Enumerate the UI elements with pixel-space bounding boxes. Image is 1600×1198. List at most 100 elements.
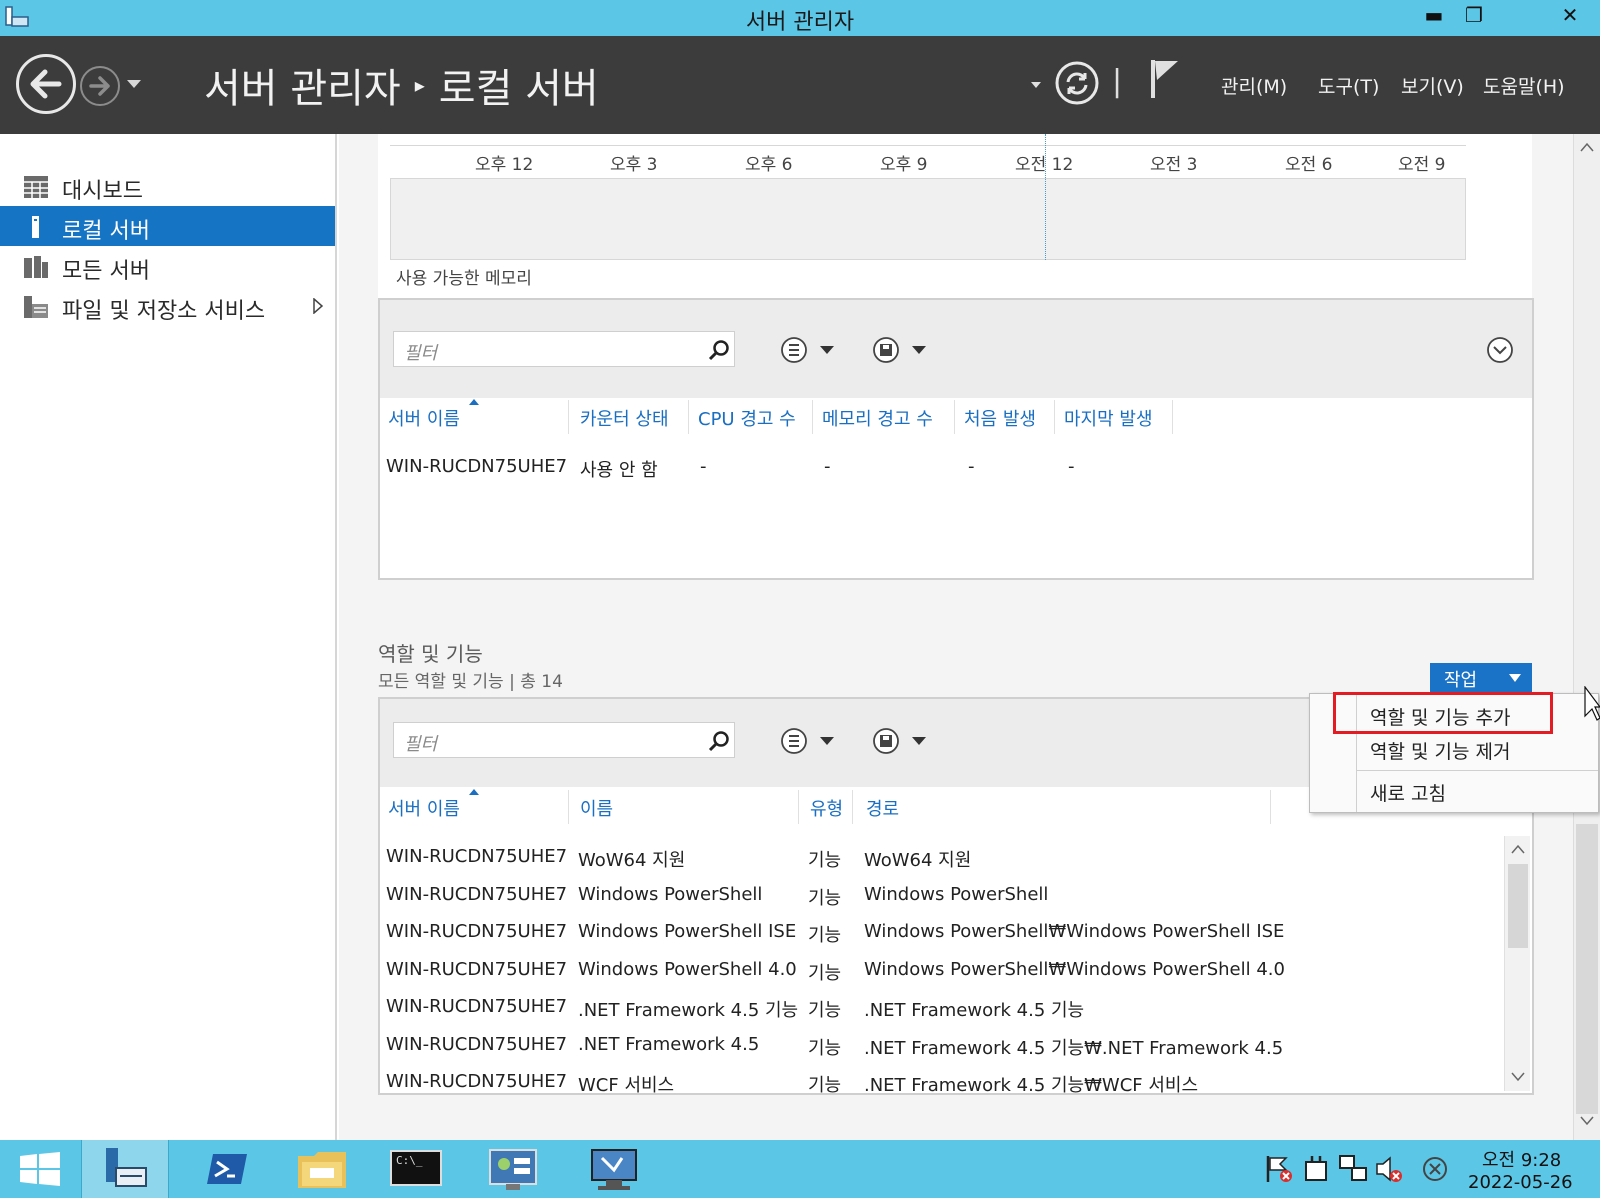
- list-options-icon[interactable]: [780, 336, 840, 364]
- breadcrumb-separator: ▸: [414, 73, 425, 97]
- table-row-path: .NET Framework 4.5 기능₩.NET Framework 4.5: [864, 1038, 1284, 1059]
- table-row-type: 기능: [808, 850, 842, 871]
- scroll-up-icon[interactable]: [1511, 844, 1525, 854]
- performance-filter-input[interactable]: 필터: [393, 331, 735, 367]
- breadcrumb-dropdown-icon[interactable]: [1030, 80, 1042, 90]
- menu-item-remove-roles[interactable]: 역할 및 기능 제거: [1370, 737, 1510, 764]
- roles-col-path[interactable]: 경로: [866, 795, 899, 821]
- column-separator: [1054, 400, 1055, 434]
- table-row-type: 기능: [808, 1038, 842, 1059]
- tasks-label: 작업: [1444, 670, 1478, 691]
- clock-date[interactable]: 2022-05-26: [1468, 1172, 1573, 1193]
- table-row-name: .NET Framework 4.5 기능: [578, 1000, 799, 1021]
- save-query-icon[interactable]: [872, 336, 932, 364]
- chevron-right-icon[interactable]: [312, 298, 324, 314]
- roles-table-scrollbar[interactable]: [1504, 836, 1530, 1091]
- roles-col-server-name[interactable]: 서버 이름: [388, 795, 460, 821]
- minimize-button[interactable]: ▬: [1414, 0, 1454, 30]
- memory-chart: [390, 178, 1466, 260]
- close-button[interactable]: ✕: [1540, 0, 1600, 30]
- restore-button[interactable]: ❐: [1454, 0, 1494, 30]
- tasks-button[interactable]: 작업: [1430, 663, 1532, 693]
- table-row-path: Windows PowerShell₩Windows PowerShell IS…: [864, 921, 1285, 942]
- network-icon[interactable]: [1338, 1154, 1368, 1184]
- menu-item-refresh[interactable]: 새로 고침: [1370, 779, 1446, 806]
- window-title: 서버 관리자: [745, 10, 855, 35]
- breadcrumb-root[interactable]: 서버 관리자: [204, 66, 401, 112]
- menu-manage[interactable]: 관리(M): [1221, 72, 1287, 99]
- search-icon[interactable]: [708, 339, 730, 361]
- save-query-icon[interactable]: [872, 727, 932, 755]
- filter-placeholder: 필터: [404, 734, 438, 755]
- column-separator: [954, 400, 955, 434]
- close-circle-icon[interactable]: [1420, 1154, 1450, 1184]
- scroll-up-icon[interactable]: [1580, 142, 1594, 152]
- perf-col-cpu-alerts[interactable]: CPU 경고 수: [698, 405, 796, 431]
- sidebar-item-local-server[interactable]: 로컬 서버: [0, 206, 335, 246]
- roles-filter-input[interactable]: 필터: [393, 722, 735, 758]
- header-divider: |: [1112, 64, 1123, 99]
- taskbar-remote-desktop[interactable]: [570, 1140, 658, 1198]
- back-button[interactable]: [16, 54, 76, 114]
- sidebar-item-dashboard[interactable]: 대시보드: [0, 166, 335, 206]
- all-servers-icon: [24, 256, 48, 278]
- time-tick: 오후 12: [475, 155, 534, 175]
- sidebar-item-file-storage[interactable]: 파일 및 저장소 서비스: [0, 286, 335, 326]
- main-scrollbar[interactable]: [1573, 134, 1600, 1140]
- power-icon[interactable]: [1302, 1154, 1330, 1184]
- perf-cell-memory: -: [824, 456, 831, 477]
- taskbar-command-prompt[interactable]: C:\_: [372, 1140, 460, 1198]
- column-separator: [688, 400, 689, 434]
- perf-col-counter-status[interactable]: 카운터 상태: [580, 405, 669, 431]
- roles-col-name[interactable]: 이름: [580, 795, 613, 821]
- roles-col-type[interactable]: 유형: [810, 795, 843, 821]
- table-row-server[interactable]: WIN-RUCDN75UHE7: [386, 846, 567, 867]
- arrow-left-icon: [30, 69, 62, 99]
- table-row-server[interactable]: WIN-RUCDN75UHE7: [386, 1034, 567, 1055]
- perf-col-first-occurred[interactable]: 처음 발생: [964, 405, 1036, 431]
- menu-help[interactable]: 도움말(H): [1483, 72, 1565, 99]
- table-row-type: 기능: [808, 1075, 842, 1093]
- scroll-thumb[interactable]: [1508, 864, 1528, 948]
- search-icon[interactable]: [708, 730, 730, 752]
- column-separator: [812, 400, 813, 434]
- refresh-icon[interactable]: [1054, 60, 1100, 106]
- start-button[interactable]: [0, 1140, 88, 1198]
- table-row-name: Windows PowerShell 4.0: [578, 959, 797, 980]
- table-row-server[interactable]: WIN-RUCDN75UHE7: [386, 959, 567, 980]
- scroll-down-icon[interactable]: [1511, 1072, 1525, 1082]
- menu-view[interactable]: 보기(V): [1401, 72, 1464, 99]
- powershell-icon: [207, 1154, 247, 1184]
- taskbar-powershell[interactable]: [181, 1140, 269, 1198]
- table-row-server[interactable]: WIN-RUCDN75UHE7: [386, 1071, 567, 1092]
- sidebar-item-all-servers[interactable]: 모든 서버: [0, 246, 335, 286]
- perf-col-server-name[interactable]: 서버 이름: [388, 405, 460, 431]
- taskbar-server-manager[interactable]: [81, 1140, 169, 1198]
- table-row-server[interactable]: WIN-RUCDN75UHE7: [386, 884, 567, 905]
- list-options-icon[interactable]: [780, 727, 840, 755]
- menu-tools[interactable]: 도구(T): [1318, 72, 1379, 99]
- forward-button[interactable]: [80, 66, 120, 106]
- perf-cell-cpu: -: [700, 456, 707, 477]
- table-row-server[interactable]: WIN-RUCDN75UHE7: [386, 921, 567, 942]
- clock-time[interactable]: 오전 9:28: [1482, 1146, 1561, 1172]
- notifications-flag-icon[interactable]: [1148, 58, 1182, 100]
- dashboard-icon: [24, 176, 48, 198]
- scroll-thumb[interactable]: [1576, 824, 1598, 1114]
- memory-label: 사용 가능한 메모리: [396, 269, 532, 289]
- perf-col-memory-alerts[interactable]: 메모리 경고 수: [822, 405, 933, 431]
- menu-separator: [1356, 770, 1598, 771]
- expand-panel-icon[interactable]: [1486, 336, 1514, 364]
- perf-col-last-occurred[interactable]: 마지막 발생: [1064, 405, 1153, 431]
- perf-cell-server[interactable]: WIN-RUCDN75UHE7: [386, 456, 567, 477]
- column-separator: [1172, 400, 1173, 434]
- taskbar-control-panel[interactable]: [470, 1140, 558, 1198]
- taskbar-file-explorer[interactable]: [278, 1140, 366, 1198]
- control-panel-icon: [489, 1149, 537, 1190]
- roles-section-subtitle: 모든 역할 및 기능 | 총 14: [378, 672, 563, 692]
- volume-muted-icon[interactable]: [1374, 1154, 1404, 1184]
- table-row-server[interactable]: WIN-RUCDN75UHE7: [386, 996, 567, 1017]
- scroll-down-icon[interactable]: [1580, 1116, 1594, 1126]
- history-dropdown-icon[interactable]: [126, 78, 142, 90]
- action-center-flag-icon[interactable]: [1264, 1154, 1294, 1184]
